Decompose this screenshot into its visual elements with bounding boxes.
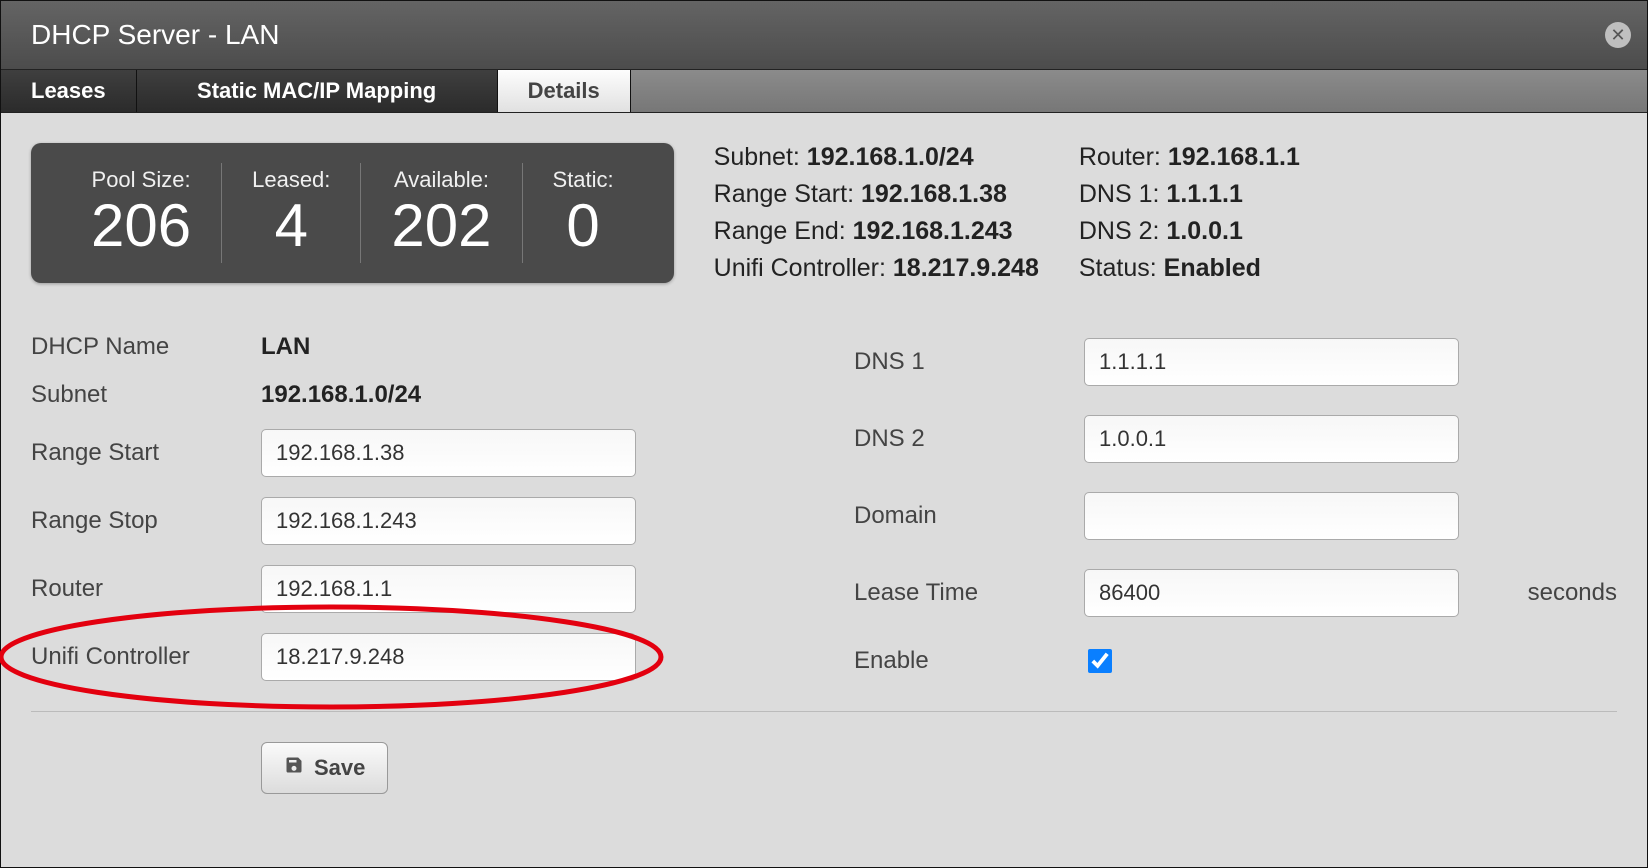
summary-router-label: Router: (1079, 143, 1161, 171)
summary-subnet-label: Subnet: (714, 143, 800, 171)
router-input[interactable] (261, 565, 636, 613)
dhcp-name-label: DHCP Name (31, 333, 241, 361)
stat-leased-value: 4 (252, 193, 330, 259)
lease-time-label: Lease Time (854, 579, 1064, 607)
summary-rangestart-value: 192.168.1.38 (861, 180, 1007, 208)
domain-label: Domain (854, 502, 1064, 530)
form-col-right: DNS 1 DNS 2 Domain Lease Time seconds En… (854, 333, 1617, 681)
tabbar: Leases Static MAC/IP Mapping Details (1, 70, 1647, 113)
close-icon: ✕ (1610, 25, 1625, 46)
summary-unifi-value: 18.217.9.248 (893, 254, 1039, 282)
summary-rangeend-label: Range End: (714, 217, 846, 245)
range-start-label: Range Start (31, 439, 241, 467)
form-col-left: DHCP Name LAN Subnet 192.168.1.0/24 Rang… (31, 333, 794, 681)
summary-col-right: Router: 192.168.1.1 DNS 1: 1.1.1.1 DNS 2… (1079, 143, 1300, 283)
dns2-label: DNS 2 (854, 425, 1064, 453)
lease-time-suffix: seconds (1518, 579, 1617, 607)
summary-dns2-label: DNS 2: (1079, 217, 1160, 245)
dns1-label: DNS 1 (854, 348, 1064, 376)
range-stop-input[interactable] (261, 497, 636, 545)
range-stop-label: Range Stop (31, 507, 241, 535)
stat-leased-label: Leased: (252, 167, 330, 193)
domain-input[interactable] (1084, 492, 1459, 540)
titlebar: DHCP Server - LAN ✕ (1, 1, 1647, 70)
window-title: DHCP Server - LAN (31, 19, 279, 51)
tab-details[interactable]: Details (498, 70, 631, 112)
subnet-value: 192.168.1.0/24 (261, 381, 794, 409)
stat-static-value: 0 (553, 193, 614, 259)
summary-status-value: Enabled (1164, 254, 1261, 282)
subnet-label: Subnet (31, 381, 241, 409)
form-area: DHCP Name LAN Subnet 192.168.1.0/24 Rang… (31, 333, 1617, 712)
summary-router-value: 192.168.1.1 (1168, 143, 1300, 171)
router-label: Router (31, 575, 241, 603)
dhcp-name-value: LAN (261, 333, 794, 361)
close-button[interactable]: ✕ (1605, 22, 1631, 48)
summary-dns2-value: 1.0.0.1 (1166, 217, 1242, 245)
unifi-controller-label: Unifi Controller (31, 643, 241, 671)
summary-info: Subnet: 192.168.1.0/24 Range Start: 192.… (714, 143, 1300, 283)
stat-static: Static: 0 (522, 163, 644, 263)
save-icon (284, 755, 304, 781)
summary-rangeend-value: 192.168.1.243 (853, 217, 1013, 245)
dhcp-server-window: DHCP Server - LAN ✕ Leases Static MAC/IP… (0, 0, 1648, 868)
save-button-label: Save (314, 755, 365, 781)
dns1-input[interactable] (1084, 338, 1459, 386)
stat-poolsize-label: Pool Size: (91, 167, 191, 193)
save-button[interactable]: Save (261, 742, 388, 794)
summary-rangestart-label: Range Start: (714, 180, 854, 208)
summary-status-label: Status: (1079, 254, 1157, 282)
range-start-input[interactable] (261, 429, 636, 477)
summary-subnet-value: 192.168.1.0/24 (807, 143, 974, 171)
summary-col-left: Subnet: 192.168.1.0/24 Range Start: 192.… (714, 143, 1039, 283)
stats-box: Pool Size: 206 Leased: 4 Available: 202 … (31, 143, 674, 283)
stat-available: Available: 202 (360, 163, 521, 263)
summary-dns1-value: 1.1.1.1 (1166, 180, 1242, 208)
stat-available-label: Available: (391, 167, 491, 193)
stat-poolsize-value: 206 (91, 193, 191, 259)
unifi-controller-input[interactable] (261, 633, 636, 681)
stat-leased: Leased: 4 (221, 163, 360, 263)
tab-leases[interactable]: Leases (1, 70, 137, 112)
dns2-input[interactable] (1084, 415, 1459, 463)
stat-static-label: Static: (553, 167, 614, 193)
summary-unifi-label: Unifi Controller: (714, 254, 886, 282)
enable-label: Enable (854, 647, 1064, 675)
lease-time-input[interactable] (1084, 569, 1459, 617)
content: Pool Size: 206 Leased: 4 Available: 202 … (1, 113, 1647, 824)
save-row: Save (31, 742, 1617, 794)
tab-static-mapping[interactable]: Static MAC/IP Mapping (137, 70, 498, 112)
stat-poolsize: Pool Size: 206 (61, 163, 221, 263)
enable-checkbox[interactable] (1088, 649, 1112, 673)
stat-available-value: 202 (391, 193, 491, 259)
summary-dns1-label: DNS 1: (1079, 180, 1160, 208)
summary-row: Pool Size: 206 Leased: 4 Available: 202 … (31, 143, 1617, 283)
